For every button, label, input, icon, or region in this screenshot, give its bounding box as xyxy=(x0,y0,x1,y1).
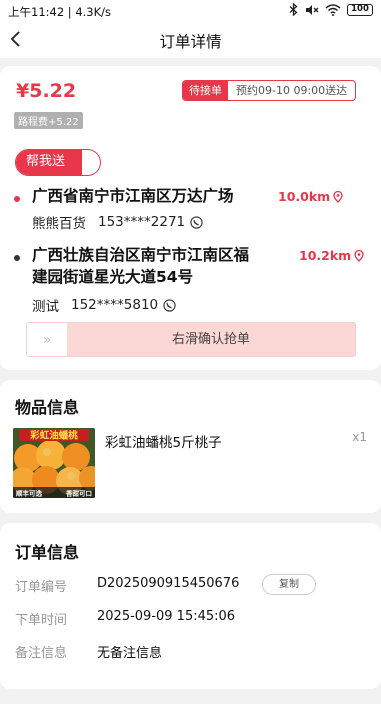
order-time-label: 下单时间 xyxy=(15,613,68,628)
goods-quantity: x1 xyxy=(352,430,367,444)
order-time-row: 下单时间 2025-09-09 15:45:06 xyxy=(0,609,381,631)
status-time: 上午11:42 | 4.3K/s xyxy=(8,5,112,19)
slider-handle[interactable]: » xyxy=(27,323,67,356)
bluetooth-icon xyxy=(289,3,298,16)
dropoff-address-line1: 广西壮族自治区南宁市江南区福 xyxy=(32,246,250,264)
pickup-contact: 熊熊百货 153****2271 xyxy=(32,212,203,232)
pickup-address: 广西省南宁市江南区万达广场 xyxy=(32,187,234,205)
dropoff-name: 测试 xyxy=(32,299,59,315)
remark-label: 备注信息 xyxy=(15,646,68,661)
goods-name: 彩虹油蟠桃5斤桃子 xyxy=(105,435,222,451)
order-number-row: 订单编号 D2025090915450676 复制 xyxy=(0,574,381,598)
phone-icon xyxy=(190,215,203,229)
remark-value: 无备注信息 xyxy=(97,646,163,661)
status-bar: 上午11:42 | 4.3K/s 100 xyxy=(0,0,381,22)
nav-bar: 订单详情 xyxy=(0,22,381,58)
order-info-title: 订单信息 xyxy=(15,543,80,562)
dropoff-distance-value: 10.2km xyxy=(299,248,352,263)
service-type-label: 帮我送 xyxy=(16,150,82,175)
dropoff-distance[interactable]: 10.2km xyxy=(299,248,365,263)
phone-icon xyxy=(163,298,176,312)
order-info-card: 订单信息 订单编号 D2025090915450676 复制 下单时间 2025… xyxy=(0,523,381,689)
copy-button[interactable]: 复制 xyxy=(262,574,316,595)
goods-image-caption-left: 顺丰可选 xyxy=(16,489,43,498)
goods-image-caption-right: 香甜可口 xyxy=(66,489,92,498)
mute-icon xyxy=(306,4,319,15)
fee-tag: 路程费+5.22 xyxy=(14,112,83,129)
pickup-phone: 153****2271 xyxy=(98,214,186,230)
pickup-dot xyxy=(14,196,20,202)
appointment-time: 预约09-10 09:00送达 xyxy=(236,84,348,97)
wifi-icon xyxy=(325,3,341,16)
pickup-distance-value: 10.0km xyxy=(278,189,331,204)
battery-icon: 100 xyxy=(347,3,373,16)
remark-row: 备注信息 无备注信息 xyxy=(0,642,381,664)
order-number-label: 订单编号 xyxy=(15,580,68,595)
location-icon xyxy=(354,249,364,262)
page-title: 订单详情 xyxy=(159,33,222,51)
dropoff-address-line2: 建园街道星光大道54号 xyxy=(32,268,194,286)
double-chevron-right-icon: » xyxy=(42,331,52,348)
order-number-value: D2025090915450676 xyxy=(97,576,240,591)
order-time-value: 2025-09-09 15:45:06 xyxy=(97,609,236,624)
pickup-name: 熊熊百货 xyxy=(32,216,86,232)
goods-card: 物品信息 彩虹油蟠桃 顺丰可选 香甜可口 彩虹油蟠桃5斤桃子 x1 xyxy=(0,380,381,513)
goods-image[interactable]: 彩虹油蟠桃 顺丰可选 香甜可口 xyxy=(13,428,95,498)
pending-status: 待接单 xyxy=(183,81,228,100)
dropoff-dot xyxy=(14,255,20,261)
slider-track: 右滑确认抢单 xyxy=(67,323,355,356)
pickup-distance[interactable]: 10.0km xyxy=(278,189,344,204)
grab-order-slider[interactable]: » 右滑确认抢单 xyxy=(26,322,356,357)
service-type-tag: 帮我送 xyxy=(15,149,101,176)
goods-image-banner: 彩虹油蟠桃 xyxy=(29,430,78,442)
pickup-phone-group[interactable]: 153****2271 xyxy=(98,214,203,230)
status-badge: 待接单 预约09-10 09:00送达 xyxy=(182,80,357,101)
dropoff-contact: 测试 152****5810 xyxy=(32,295,176,315)
dropoff-phone-group[interactable]: 152****5810 xyxy=(71,297,176,313)
goods-section-title: 物品信息 xyxy=(15,398,80,417)
location-icon xyxy=(333,190,343,203)
order-price: ¥5.22 xyxy=(16,80,77,102)
system-icons: 100 xyxy=(289,3,373,16)
dropoff-phone: 152****5810 xyxy=(71,297,159,313)
order-card: ¥5.22 路程费+5.22 待接单 预约09-10 09:00送达 帮我送 广… xyxy=(0,66,381,370)
peach-photo: 彩虹油蟠桃 顺丰可选 香甜可口 xyxy=(13,428,95,498)
